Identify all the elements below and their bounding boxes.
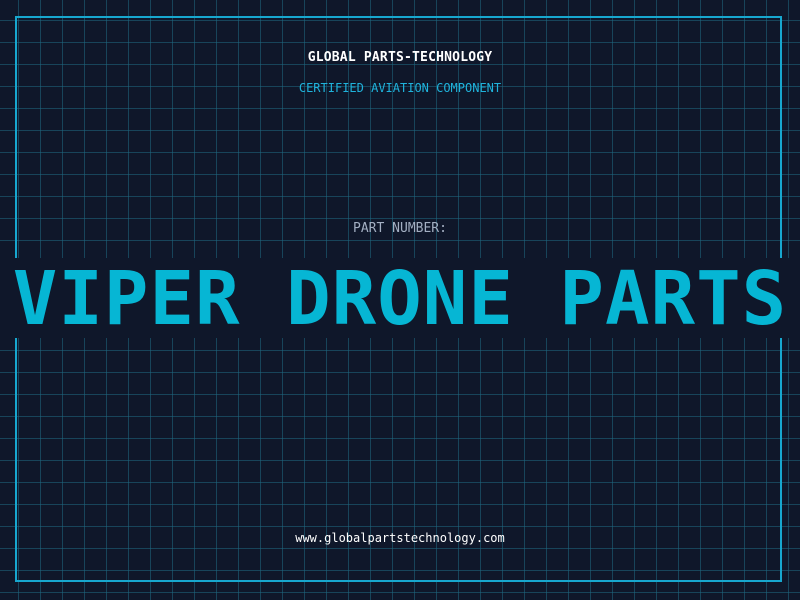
part-name: VIPER DRONE PARTS: [12, 256, 788, 342]
part-number-label: PART NUMBER:: [353, 221, 447, 236]
website-url: www.globalpartstechnology.com: [295, 531, 505, 545]
label-canvas: GLOBAL PARTS-TECHNOLOGY CERTIFIED AVIATI…: [0, 0, 800, 600]
certification-tagline: CERTIFIED AVIATION COMPONENT: [298, 81, 502, 95]
company-name: GLOBAL PARTS-TECHNOLOGY: [307, 50, 493, 65]
